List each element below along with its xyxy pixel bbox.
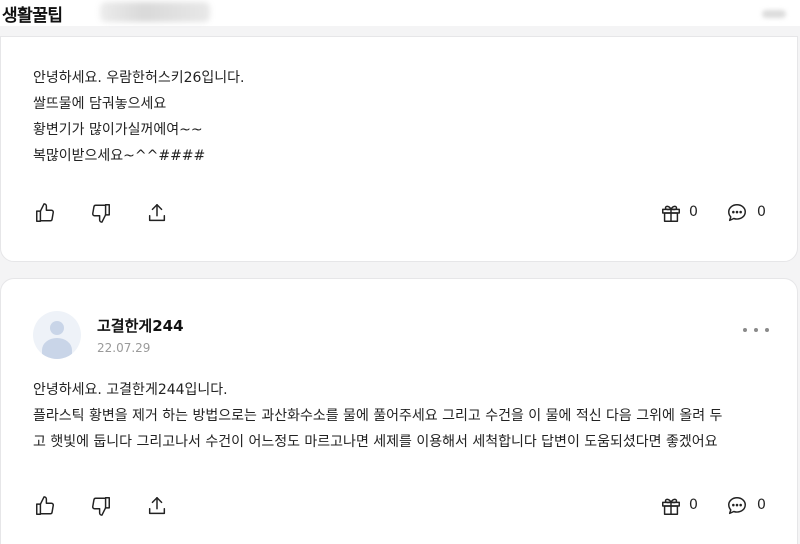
thumbs-up-icon — [36, 203, 54, 222]
avatar-shoulders — [42, 338, 72, 359]
more-button[interactable] — [743, 323, 769, 337]
thumbs-down-icon — [92, 497, 110, 516]
more-icon — [743, 328, 747, 332]
top-bar: 생활꿀팁 — [0, 0, 800, 26]
comment-icon — [728, 497, 746, 515]
answer-line: 복많이받으세요~^^#### — [33, 148, 206, 164]
blurred-author-name — [100, 2, 210, 22]
gift-button[interactable] — [658, 200, 684, 226]
category-tag[interactable]: 생활꿀팁 — [2, 1, 63, 26]
answer-line: 쌀뜨물에 담궈놓으세요 — [33, 96, 167, 112]
dislike-button[interactable] — [88, 200, 114, 226]
gift-count: 0 — [689, 204, 698, 220]
share-icon — [148, 204, 166, 222]
answer-line: 플라스틱 황변을 제거 하는 방법으로는 과산화수소를 물에 풀어주세요 그리고… — [33, 408, 723, 424]
gift-button[interactable] — [658, 493, 684, 519]
dislike-button[interactable] — [88, 493, 114, 519]
answer-card-2: 고결한게244 22.07.29 안녕하세요. 고결한게244입니다. 플라스틱… — [0, 278, 798, 544]
share-icon — [148, 497, 166, 515]
answer-line: 황변기가 많이가실꺼에여~~ — [33, 122, 203, 138]
gift-icon — [662, 205, 680, 222]
avatar-head — [50, 321, 64, 335]
gift-count: 0 — [689, 497, 698, 513]
answer-actions: 0 0 — [1, 493, 797, 519]
comment-count: 0 — [757, 497, 766, 513]
more-icon-dot — [765, 328, 769, 332]
comment-count: 0 — [757, 204, 766, 220]
like-button[interactable] — [32, 493, 58, 519]
author-name[interactable]: 고결한게244 — [97, 315, 184, 336]
share-button[interactable] — [144, 200, 170, 226]
more-icon-dot — [754, 328, 758, 332]
blurred-more-button — [762, 10, 786, 18]
answer-card-1: 안녕하세요. 우람한허스키26입니다. 쌀뜨물에 담궈놓으세요 황변기가 많이가… — [0, 36, 798, 262]
like-button[interactable] — [32, 200, 58, 226]
share-button[interactable] — [144, 493, 170, 519]
answer-body: 안녕하세요. 고결한게244입니다. 플라스틱 황변을 제거 하는 방법으로는 … — [33, 377, 773, 455]
answer-body: 안녕하세요. 우람한허스키26입니다. 쌀뜨물에 담궈놓으세요 황변기가 많이가… — [33, 65, 244, 169]
gift-icon — [662, 498, 680, 515]
avatar[interactable] — [33, 311, 81, 359]
answer-line: 안녕하세요. 우람한허스키26입니다. — [33, 70, 245, 86]
comment-button[interactable] — [724, 493, 750, 519]
answer-actions: 0 0 — [1, 200, 797, 226]
comment-icon — [728, 204, 746, 222]
thumbs-down-icon — [92, 204, 110, 223]
answer-line: 안녕하세요. 고결한게244입니다. — [33, 382, 228, 398]
comment-button[interactable] — [724, 200, 750, 226]
answer-date: 22.07.29 — [97, 341, 151, 355]
answer-line: 고 햇빛에 둡니다 그리고나서 수건이 어느정도 마르고나면 세제를 이용해서 … — [33, 434, 718, 450]
thumbs-up-icon — [36, 496, 54, 515]
